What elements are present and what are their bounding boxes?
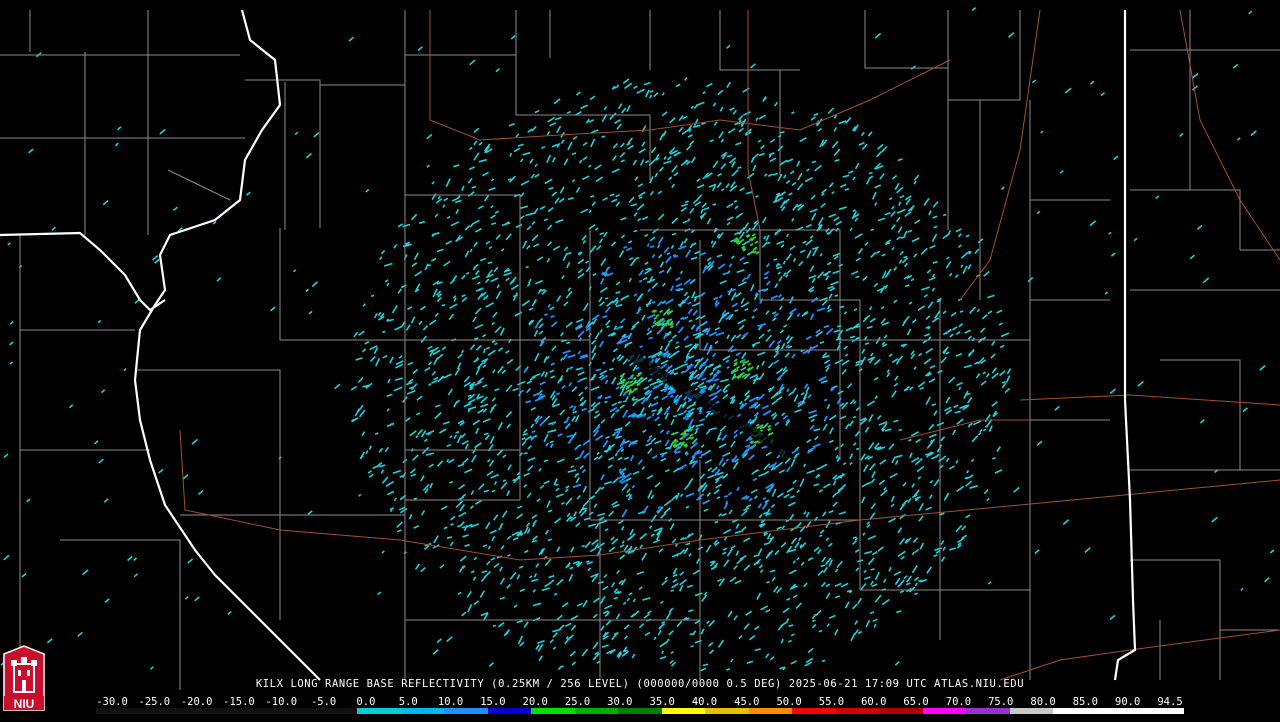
- county-border: [405, 194, 521, 340]
- colorbar-tick-label: 45.0: [734, 696, 760, 708]
- colorbar-swatch: [835, 708, 880, 714]
- colorbar-swatch: [444, 708, 488, 714]
- colorbar-swatch: [705, 708, 749, 714]
- colorbar-tick-label: -25.0: [138, 696, 171, 708]
- reflectivity-echo-layer: [0, 6, 1275, 672]
- colorbar-swatch: [922, 708, 967, 714]
- county-border: [60, 539, 181, 690]
- state-borders: [0, 9, 1137, 681]
- colorbar-swatch: [574, 708, 619, 714]
- colorbar-tick-label: 25.0: [564, 696, 591, 708]
- colorbar-tick-label: 35.0: [649, 696, 675, 708]
- colorbar-swatch: [270, 708, 314, 714]
- colorbar-tick-label: 20.0: [522, 696, 548, 708]
- highway: [1179, 9, 1280, 261]
- state-border-mississippi-river: [133, 9, 321, 681]
- county-border: [948, 10, 1021, 101]
- colorbar-tick-label: -10.0: [265, 696, 298, 708]
- county-border: [135, 369, 281, 515]
- colorbar-swatch: [183, 708, 227, 714]
- highway: [559, 59, 951, 136]
- colorbar-tick-label: 0.0: [356, 696, 376, 708]
- colorbar-swatch: [487, 708, 532, 714]
- colorbar-swatch: [357, 708, 401, 714]
- colorbar-tick-label: 55.0: [818, 696, 845, 708]
- colorbar-tick-label: -20.0: [180, 696, 213, 708]
- colorbar-tick-label: 80.0: [1030, 696, 1056, 708]
- county-border: [1160, 359, 1280, 471]
- county-border: [245, 79, 321, 228]
- logo-text: NIU: [14, 697, 35, 711]
- colorbar-tick-label: 94.5: [1157, 696, 1183, 708]
- radar-site-marker: [673, 379, 685, 391]
- county-border: [864, 10, 948, 69]
- colorbar-tick-label: 40.0: [691, 696, 718, 708]
- colorbar-tick-label: 10.0: [437, 696, 464, 708]
- colorbar-legend: -30.0 -25.0 -20.0 -15.0 -10.0 -5.0 0.0 5.0 10.0 1…: [0, 696, 1280, 720]
- map-title: KILX LONG RANGE BASE REFLECTIVITY (0.25K…: [255, 678, 1025, 690]
- county-border: [279, 228, 405, 341]
- county-border: [719, 10, 800, 71]
- colorbar-tick-label: 90.0: [1115, 696, 1141, 708]
- colorbar-swatch: [1096, 708, 1141, 714]
- colorbar-swatch: [139, 708, 184, 714]
- highway: [747, 10, 761, 231]
- colorbar-swatch: [96, 708, 140, 714]
- echo-streaks: [0, 6, 1275, 672]
- radar-map: [0, 6, 1280, 690]
- colorbar-tick-label: 85.0: [1072, 696, 1099, 708]
- colorbar-tick-label: -5.0: [310, 696, 337, 708]
- highway: [999, 629, 1280, 681]
- county-border: [1130, 559, 1280, 631]
- colorbar-swatch: [966, 708, 1010, 714]
- colorbar-swatch: [1053, 708, 1097, 714]
- colorbar-strip: [96, 708, 1184, 714]
- county-border: [19, 235, 135, 331]
- colorbar-swatch: [618, 708, 662, 714]
- colorbar-tick-label: 5.0: [398, 696, 418, 708]
- county-border: [515, 55, 651, 180]
- colorbar-swatch: [1009, 708, 1054, 714]
- colorbar-swatch: [661, 708, 706, 714]
- colorbar-tick-label: 50.0: [776, 696, 802, 708]
- county-border: [1130, 189, 1241, 250]
- highway: [429, 10, 561, 141]
- colorbar-swatch: [226, 708, 271, 714]
- niu-logo: NIU: [2, 644, 46, 718]
- colorbar-tick-label: 65.0: [903, 696, 929, 708]
- highway: [899, 419, 1030, 441]
- colorbar-swatch: [748, 708, 793, 714]
- colorbar-swatch: [1140, 708, 1184, 714]
- colorbar-tick-label: -15.0: [223, 696, 255, 708]
- colorbar-swatch: [879, 708, 923, 714]
- niu-castle-logo-icon: NIU: [3, 645, 45, 711]
- colorbar-tick-label: -30.0: [96, 696, 128, 708]
- colorbar-swatch: [400, 708, 445, 714]
- colorbar-tick-label: 60.0: [861, 696, 887, 708]
- colorbar-tick-label: 30.0: [607, 696, 633, 708]
- colorbar-tick-label: 15.0: [480, 696, 506, 708]
- county-border: [167, 169, 231, 201]
- highway: [959, 9, 1041, 301]
- colorbar-labels: -30.0 -25.0 -20.0 -15.0 -10.0 -5.0 0.0 5.0 10.0 1…: [0, 696, 1280, 708]
- colorbar-swatch: [531, 708, 575, 714]
- echo-streaks: [520, 236, 842, 518]
- colorbar-tick-label: 70.0: [945, 696, 972, 708]
- state-border-iowa-missouri: [0, 231, 166, 312]
- colorbar-swatch: [313, 708, 358, 714]
- state-border-illinois-indiana: [1113, 10, 1137, 681]
- highway: [1019, 394, 1280, 406]
- colorbar-tick-label: 75.0: [988, 696, 1014, 708]
- colorbar-swatch: [792, 708, 836, 714]
